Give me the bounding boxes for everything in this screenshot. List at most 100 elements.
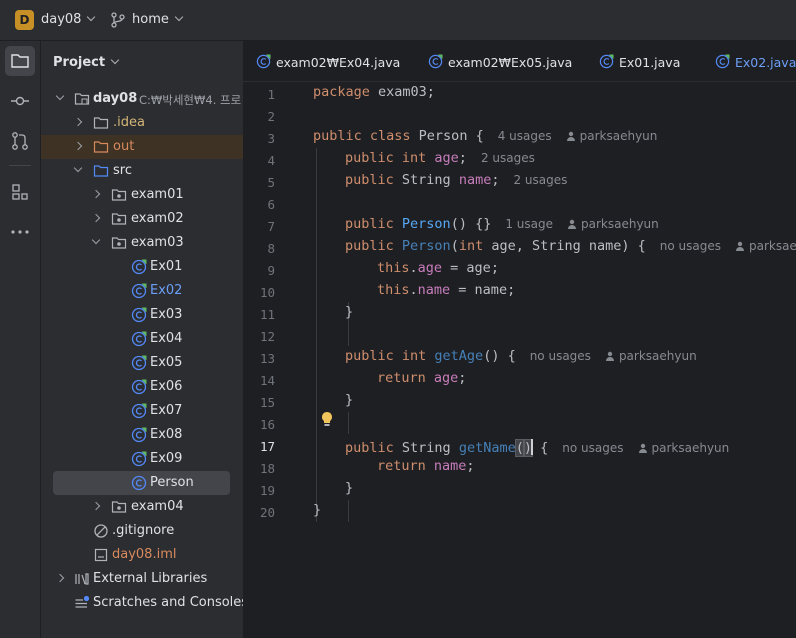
line-number: 7 xyxy=(267,219,275,234)
tree-item-day08-iml[interactable]: day08.iml xyxy=(41,543,243,567)
code-line-13: public int getAge() {no usages parksaehyu… xyxy=(345,348,697,364)
more-tools-button[interactable] xyxy=(5,217,35,247)
code-editor[interactable]: package exam03; public class Person {4 u… xyxy=(313,82,796,638)
tree-item-gitignore[interactable]: .gitignore xyxy=(41,519,243,543)
usages-hint[interactable]: no usages xyxy=(660,239,721,253)
structure-tool-button[interactable] xyxy=(5,177,35,207)
ignore-file-icon xyxy=(94,524,108,538)
tree-item-ex09[interactable]: Ex09 xyxy=(41,447,243,471)
tree-item-label: .idea xyxy=(113,115,145,130)
usages-hint[interactable]: no usages xyxy=(562,441,623,455)
code-line-18: return name; xyxy=(377,458,475,474)
line-number: 15 xyxy=(259,395,275,410)
line-number: 12 xyxy=(259,329,275,344)
tree-item-ex01[interactable]: Ex01 xyxy=(41,255,243,279)
code-line-9: this.age = age; xyxy=(377,260,499,276)
module-file-icon xyxy=(94,548,108,562)
tree-item-scratches[interactable]: Scratches and Consoles xyxy=(41,591,243,615)
person-icon xyxy=(605,351,614,361)
author-hint[interactable]: parksaehyu xyxy=(735,239,796,253)
tree-item-out[interactable]: out xyxy=(41,135,243,159)
tree-item-ex07[interactable]: Ex07 xyxy=(41,399,243,423)
tree-item-ex05[interactable]: Ex05 xyxy=(41,351,243,375)
line-number: 9 xyxy=(267,263,275,278)
code-line-8: public Person(int age, String name) {no … xyxy=(345,238,796,260)
tree-item-ex02[interactable]: Ex02 xyxy=(41,279,243,303)
tree-item-ex06[interactable]: Ex06 xyxy=(41,375,243,399)
chevron-down-icon xyxy=(110,55,120,65)
editor-tabs: exam02₩Ex04.java exam02₩Ex05.java Ex01.j… xyxy=(243,41,796,82)
folder-icon xyxy=(11,54,29,68)
tree-item-path: C:₩박세현₩4. 프로 xyxy=(139,93,242,107)
pull-request-icon xyxy=(12,132,28,150)
author-hint[interactable]: parksaehyun xyxy=(605,349,697,363)
line-number-gutter[interactable]: 1 2 3 4 5 6 7 8 9 10 11 12 13 14 15 16 1… xyxy=(243,82,311,638)
tree-item-label: Ex03 xyxy=(150,307,183,322)
person-icon xyxy=(568,219,576,229)
usages-hint[interactable]: 4 usages xyxy=(498,129,552,143)
project-tool-button[interactable] xyxy=(5,46,35,76)
usages-hint[interactable]: 2 usages xyxy=(513,173,567,187)
project-switcher[interactable]: day08 xyxy=(41,12,96,27)
tree-item-ex08[interactable]: Ex08 xyxy=(41,423,243,447)
java-class-main-icon xyxy=(131,355,147,371)
line-number: 4 xyxy=(267,153,275,168)
branch-switcher[interactable]: home xyxy=(132,12,184,27)
chevron-right-icon xyxy=(73,141,83,151)
java-class-main-icon xyxy=(131,403,147,419)
tree-item-idea[interactable]: .idea xyxy=(41,111,243,135)
tree-item-exam04[interactable]: exam04 xyxy=(41,495,243,519)
tree-item-day08[interactable]: day08 C:₩박세현₩4. 프로 xyxy=(41,87,243,111)
tree-item-src[interactable]: src xyxy=(41,159,243,183)
project-panel: Project day08 C:₩박세현₩4. 프로 .idea out src… xyxy=(41,41,243,638)
java-class-icon xyxy=(131,475,147,491)
author-hint[interactable]: parksaehyun xyxy=(638,441,729,455)
tree-item-exam02[interactable]: exam02 xyxy=(41,207,243,231)
line-number: 13 xyxy=(259,351,275,366)
code-line-1: package exam03; xyxy=(313,84,435,100)
code-line-4: public int age; 2 usages xyxy=(345,150,535,166)
line-number-current: 17 xyxy=(259,439,275,454)
usages-hint[interactable]: 2 usages xyxy=(481,151,535,165)
text-caret xyxy=(531,439,533,455)
usages-hint[interactable]: no usages xyxy=(530,349,591,363)
panel-title[interactable]: Project xyxy=(53,55,120,70)
tree-item-person[interactable]: Person xyxy=(53,471,230,495)
author-hint[interactable]: parksaehyun xyxy=(566,129,657,143)
author-hint[interactable]: parksaehyun xyxy=(567,217,659,231)
package-icon xyxy=(111,189,127,201)
chevron-down-icon xyxy=(73,163,83,173)
tree-item-label: day08.iml xyxy=(112,547,177,562)
java-class-main-icon xyxy=(131,259,147,275)
java-class-main-icon xyxy=(131,283,147,299)
tree-item-label: Ex08 xyxy=(150,427,183,442)
indent-guide xyxy=(348,412,349,434)
excluded-folder-icon xyxy=(93,141,109,153)
toolbar-divider xyxy=(9,165,31,166)
code-line-5: public String name; 2 usages xyxy=(345,172,568,188)
tree-item-label: .gitignore xyxy=(112,523,175,538)
java-class-main-icon xyxy=(715,54,730,69)
tab-label: Ex01.java xyxy=(619,55,681,70)
chevron-right-icon xyxy=(91,501,101,511)
tree-item-exam03[interactable]: exam03 xyxy=(41,231,243,255)
project-badge[interactable]: D xyxy=(15,10,34,30)
tree-item-ex03[interactable]: Ex03 xyxy=(41,303,243,327)
folder-icon xyxy=(93,117,109,129)
pull-requests-tool-button[interactable] xyxy=(5,126,35,156)
tab-label: exam02₩Ex05.java xyxy=(448,55,573,70)
java-class-main-icon xyxy=(599,54,614,69)
java-class-main-icon xyxy=(256,54,271,69)
chevron-down-icon xyxy=(55,91,65,101)
tree-item-exam01[interactable]: exam01 xyxy=(41,183,243,207)
usages-hint[interactable]: 1 usage xyxy=(505,217,553,231)
line-number: 5 xyxy=(267,175,275,190)
chevron-down-icon xyxy=(91,235,101,245)
branch-name: home xyxy=(132,12,169,27)
tree-item-external-libraries[interactable]: External Libraries xyxy=(41,567,243,591)
commit-tool-button[interactable] xyxy=(5,86,35,116)
line-number: 11 xyxy=(259,307,275,322)
line-number: 16 xyxy=(259,417,275,432)
line-number: 14 xyxy=(259,373,275,388)
tree-item-ex04[interactable]: Ex04 xyxy=(41,327,243,351)
